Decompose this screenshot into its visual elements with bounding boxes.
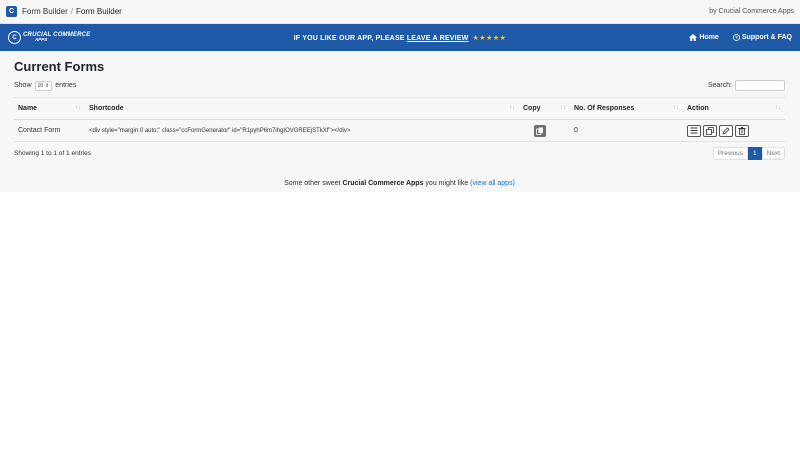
table-controls: Show 10 ⇕ entries Search: bbox=[14, 80, 785, 91]
other-apps-note: Some other sweet Crucial Commerce Apps y… bbox=[14, 180, 785, 187]
col-responses[interactable]: No. Of Responses ↑↓ bbox=[570, 97, 683, 120]
sort-icon: ↑↓ bbox=[775, 105, 781, 111]
table-row: Contact Form <div style="margin:0 auto;"… bbox=[14, 119, 785, 142]
entries-length-value: 10 bbox=[37, 82, 44, 89]
forms-table: Name ↑↓ Shortcode ↑↓ Copy ↑↓ No. Of Respons… bbox=[14, 97, 785, 142]
brand-suffix: APPS bbox=[35, 37, 48, 43]
review-promo: IF YOU LIKE OUR APP, PLEASE LEAVE A REVI… bbox=[0, 34, 800, 42]
search-wrap: Search: bbox=[708, 80, 785, 91]
app-author: by Crucial Commerce Apps bbox=[709, 8, 794, 15]
rating-stars-icon: ★★★★★ bbox=[472, 34, 507, 42]
breadcrumb-separator: / bbox=[70, 7, 74, 16]
entries-length-select[interactable]: 10 ⇕ bbox=[34, 80, 53, 91]
form-responses: 0 bbox=[570, 119, 683, 142]
other-apps-brand: Crucial Commerce Apps bbox=[342, 180, 424, 187]
sort-icon: ↑↓ bbox=[673, 105, 679, 111]
promo-text: IF YOU LIKE OUR APP, PLEASE bbox=[293, 34, 407, 42]
breadcrumb-app[interactable]: Form Builder bbox=[22, 7, 68, 16]
delete-form-button[interactable] bbox=[735, 124, 749, 137]
col-shortcode[interactable]: Shortcode ↑↓ bbox=[85, 97, 519, 120]
next-page-button[interactable]: Next bbox=[761, 147, 785, 160]
sort-icon: ↑↓ bbox=[75, 105, 81, 111]
header-nav: Home ? Support & FAQ bbox=[689, 34, 792, 41]
edit-form-button[interactable] bbox=[719, 124, 733, 137]
select-arrows-icon: ⇕ bbox=[45, 82, 50, 89]
search-input[interactable] bbox=[735, 80, 785, 91]
copy-icon bbox=[536, 127, 543, 135]
entries-label: entries bbox=[55, 82, 77, 89]
copy-shortcode-button[interactable] bbox=[534, 124, 546, 137]
table-info: Showing 1 to 1 of 1 entries bbox=[14, 150, 91, 157]
list-icon bbox=[690, 127, 698, 134]
duplicate-form-button[interactable] bbox=[703, 124, 717, 137]
table-header-row: Name ↑↓ Shortcode ↑↓ Copy ↑↓ No. Of Respons… bbox=[14, 97, 785, 120]
duplicate-icon bbox=[706, 126, 714, 135]
breadcrumb-current: Form Builder bbox=[76, 7, 122, 16]
leave-review-link[interactable]: LEAVE A REVIEW bbox=[407, 35, 469, 42]
prev-page-button[interactable]: Previous bbox=[712, 147, 748, 160]
view-all-apps-link[interactable]: (view all apps) bbox=[470, 180, 515, 187]
table-footer: Showing 1 to 1 of 1 entries Previous 1 N… bbox=[14, 147, 785, 160]
view-responses-button[interactable] bbox=[687, 124, 701, 137]
question-circle-icon: ? bbox=[732, 34, 740, 41]
sort-icon: ↑↓ bbox=[560, 105, 566, 111]
page-title: Current Forms bbox=[14, 59, 105, 74]
action-cell bbox=[683, 119, 785, 142]
top-bar: C Form Builder / Form Builder by Crucial… bbox=[0, 0, 800, 24]
form-shortcode: <div style="margin:0 auto;" class="ccFor… bbox=[85, 119, 519, 142]
svg-text:?: ? bbox=[735, 35, 738, 40]
show-label: Show bbox=[14, 82, 32, 89]
header-banner: C CRUCIAL COMMERCE APPS IF YOU LIKE OUR … bbox=[0, 24, 800, 51]
other-apps-middle: you might like bbox=[423, 180, 471, 187]
pencil-icon bbox=[722, 126, 730, 135]
col-copy[interactable]: Copy ↑↓ bbox=[519, 97, 570, 120]
pagination: Previous 1 Next bbox=[712, 147, 785, 160]
copy-cell bbox=[519, 119, 570, 142]
brand-circle-icon: C bbox=[8, 31, 21, 44]
form-name: Contact Form bbox=[14, 119, 85, 142]
trash-icon bbox=[738, 126, 746, 135]
home-icon bbox=[689, 34, 698, 41]
search-label: Search: bbox=[707, 82, 732, 89]
sort-icon: ↑↓ bbox=[509, 105, 515, 111]
other-apps-prefix: Some other sweet bbox=[284, 180, 343, 187]
nav-home-label: Home bbox=[699, 34, 719, 41]
page-1-button[interactable]: 1 bbox=[748, 147, 762, 160]
col-name[interactable]: Name ↑↓ bbox=[14, 97, 85, 120]
nav-home[interactable]: Home bbox=[689, 34, 719, 41]
app-logo-icon: C bbox=[6, 6, 17, 17]
brand-logo[interactable]: C CRUCIAL COMMERCE APPS bbox=[8, 31, 90, 44]
nav-support-label: Support & FAQ bbox=[741, 34, 792, 41]
col-action[interactable]: Action ↑↓ bbox=[683, 97, 785, 120]
main-content: Current Forms Show 10 ⇕ entries Search: … bbox=[0, 51, 800, 192]
nav-support[interactable]: ? Support & FAQ bbox=[732, 34, 792, 41]
